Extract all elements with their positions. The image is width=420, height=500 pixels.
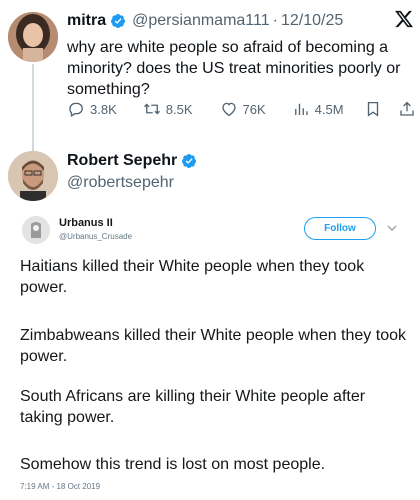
- embedded-avatar: [22, 216, 50, 244]
- tweet-header: mitra @persianmama111 · 12/10/25: [67, 12, 343, 30]
- like-count: 76K: [242, 101, 266, 117]
- reply-author-handle[interactable]: @robertsepehr: [67, 174, 174, 192]
- tweet-actions: 3.8K 8.5K 76K 4.5M: [67, 100, 415, 118]
- embedded-tweet-image: Urbanus II @Urbanus_Crusade Follow Haiti…: [0, 205, 420, 500]
- chevron-down-icon: [387, 225, 397, 232]
- embedded-paragraph: Somehow this trend is lost on most peopl…: [20, 456, 326, 473]
- reply-button[interactable]: 3.8K: [67, 100, 117, 118]
- thread-connector-line: [32, 64, 34, 154]
- reply-author-name[interactable]: Robert Sepehr: [67, 152, 177, 170]
- embedded-follow-button: Follow: [304, 217, 376, 240]
- repost-count: 8.5K: [165, 101, 193, 117]
- x-logo-icon: [395, 10, 414, 28]
- share-button[interactable]: [398, 100, 416, 118]
- like-button[interactable]: 76K: [220, 100, 266, 118]
- avatar-mitra[interactable]: [8, 12, 58, 62]
- views-button[interactable]: 4.5M: [292, 100, 344, 118]
- avatar-robert-sepehr[interactable]: [8, 151, 58, 201]
- reply-count: 3.8K: [90, 101, 117, 117]
- embedded-timestamp: 7:19 AM - 18 Oct 2019: [20, 482, 101, 491]
- embedded-paragraph: Zimbabweans killed their White people wh…: [20, 327, 406, 365]
- author-name[interactable]: mitra: [67, 12, 106, 30]
- embedded-author-name: Urbanus II: [59, 217, 113, 229]
- bookmark-button[interactable]: [364, 100, 382, 118]
- tweet-date[interactable]: 12/10/25: [281, 12, 343, 30]
- heart-icon: [221, 102, 236, 117]
- verified-badge-icon: [182, 154, 197, 168]
- views-count: 4.5M: [314, 101, 344, 117]
- bookmark-icon: [367, 101, 378, 117]
- embedded-paragraph: South Africans are killing their White p…: [20, 388, 366, 426]
- repost-icon: [143, 103, 160, 115]
- embedded-author-handle: @Urbanus_Crusade: [59, 232, 133, 241]
- reply-author-row: Robert Sepehr: [67, 152, 203, 170]
- repost-button[interactable]: 8.5K: [143, 100, 193, 118]
- dot-separator: ·: [272, 12, 278, 29]
- tweet-text: why are white people so afraid of becomi…: [67, 39, 401, 98]
- reply-icon: [69, 102, 83, 117]
- share-icon: [399, 101, 414, 116]
- embedded-paragraph: Haitians killed their White people when …: [20, 258, 365, 296]
- verified-badge-icon: [111, 14, 126, 28]
- views-icon: [294, 103, 308, 115]
- author-handle[interactable]: @persianmama111: [132, 12, 270, 30]
